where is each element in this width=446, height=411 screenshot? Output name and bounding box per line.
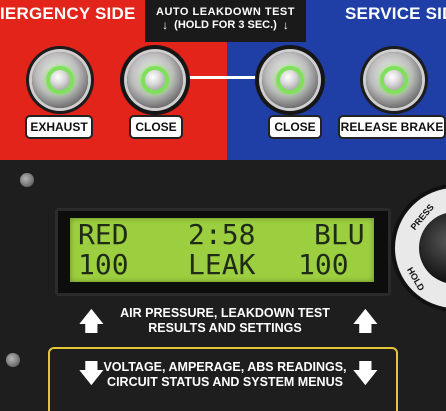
- knob-hold-text: HOLD: [405, 265, 427, 293]
- auto-test-line2: (HOLD FOR 3 SEC.): [174, 19, 277, 31]
- close-label-service: CLOSE: [270, 117, 320, 137]
- selector-knob[interactable]: PRESS HOLD: [395, 188, 446, 308]
- arrow-up-icon: 🡅: [78, 306, 105, 336]
- lower-info-line1: VOLTAGE, AMPERAGE, ABS READINGS,: [103, 360, 347, 374]
- screw-icon: [20, 173, 34, 187]
- lcd-display: RED 2:58 BLU 100 LEAK 100: [70, 218, 374, 282]
- close-label-emergency: CLOSE: [131, 117, 181, 137]
- release-brake-label: RELEASE BRAKE: [340, 117, 444, 137]
- screw-icon: [6, 353, 20, 367]
- lcd-row-2: 100 LEAK 100: [70, 250, 374, 280]
- lower-info-text: VOLTAGE, AMPERAGE, ABS READINGS, CIRCUIT…: [100, 360, 350, 390]
- green-indicator-icon: [276, 66, 304, 94]
- lcd-red-label: RED: [78, 218, 129, 251]
- upper-info-line1: AIR PRESSURE, LEAKDOWN TEST: [120, 306, 330, 320]
- upper-info-line2: RESULTS AND SETTINGS: [148, 321, 302, 335]
- emergency-side-title: IERGENCY SIDE: [0, 4, 136, 23]
- arrow-up-icon: 🡅: [352, 306, 379, 336]
- lcd-red-value: 100: [78, 248, 129, 281]
- green-indicator-icon: [46, 66, 74, 94]
- lcd-blu-label: BLU: [314, 218, 365, 251]
- lcd-status: LEAK: [188, 248, 256, 281]
- release-brake-button[interactable]: [366, 52, 422, 108]
- arrow-down-icon: 🡇: [352, 358, 379, 388]
- green-indicator-icon: [141, 66, 169, 94]
- close-button-service[interactable]: [262, 52, 318, 108]
- exhaust-label: EXHAUST: [27, 117, 91, 137]
- control-panel: IERGENCY SIDE SERVICE SIDE AUTO LEAKDOWN…: [0, 0, 446, 411]
- lcd-blu-value: 100: [298, 248, 349, 281]
- arrow-down-icon: ↓: [162, 18, 169, 32]
- service-side-title: SERVICE SIDE: [345, 4, 446, 23]
- upper-info-text: AIR PRESSURE, LEAKDOWN TEST RESULTS AND …: [105, 306, 345, 336]
- exhaust-button[interactable]: [32, 52, 88, 108]
- auto-leakdown-test-label: AUTO LEAKDOWN TEST ↓ (HOLD FOR 3 SEC.) ↓: [145, 0, 306, 42]
- green-indicator-icon: [380, 66, 408, 94]
- lcd-timer: 2:58: [188, 218, 256, 251]
- lcd-row-1: RED 2:58 BLU: [70, 220, 374, 250]
- auto-test-line1: AUTO LEAKDOWN TEST: [156, 6, 295, 18]
- arrow-down-icon: ↓: [282, 18, 289, 32]
- lower-info-line2: CIRCUIT STATUS AND SYSTEM MENUS: [107, 375, 343, 389]
- close-button-emergency[interactable]: [127, 52, 183, 108]
- auto-test-line2-row: ↓ (HOLD FOR 3 SEC.) ↓: [145, 19, 306, 32]
